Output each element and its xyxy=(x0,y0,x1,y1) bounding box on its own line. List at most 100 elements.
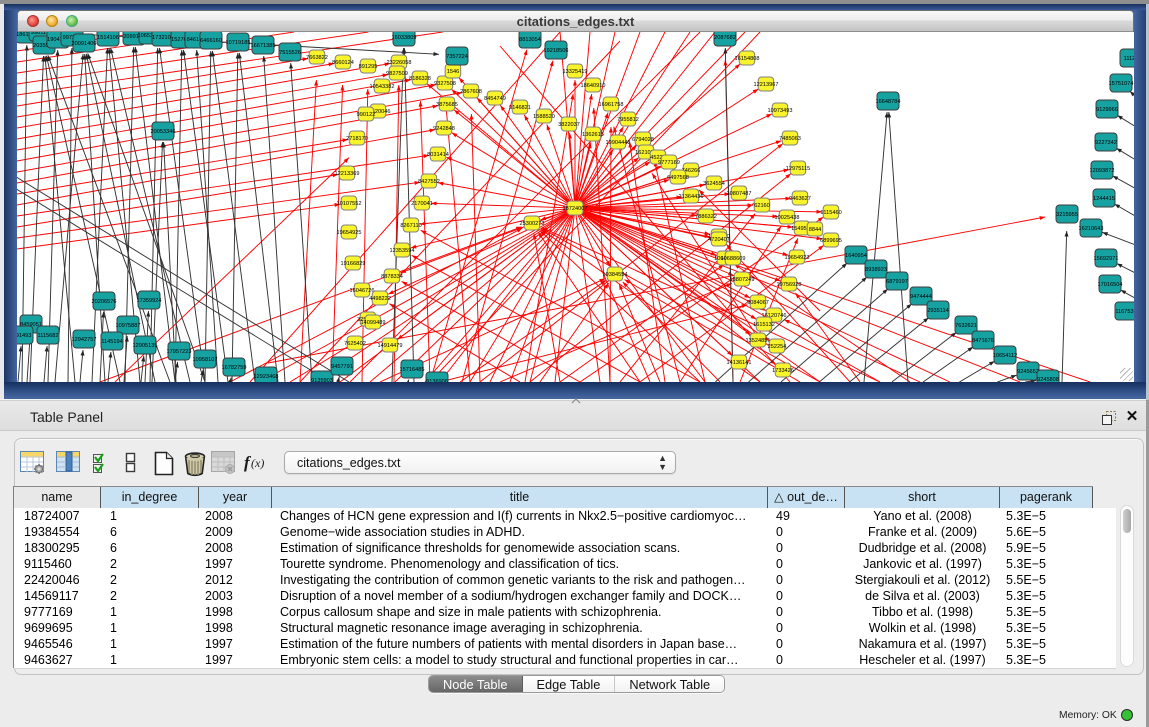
svg-text:1615132: 1615132 xyxy=(753,322,775,328)
svg-text:4498222: 4498222 xyxy=(369,296,391,302)
svg-text:9242848: 9242848 xyxy=(433,126,455,132)
svg-text:3822037: 3822037 xyxy=(558,122,580,128)
svg-text:10654112: 10654112 xyxy=(993,353,1017,359)
svg-text:10807487: 10807487 xyxy=(727,191,752,197)
svg-text:16033809: 16033809 xyxy=(392,35,417,41)
svg-text:2087682: 2087682 xyxy=(714,35,736,41)
svg-text:7955812: 7955812 xyxy=(617,117,639,123)
svg-text:17016504: 17016504 xyxy=(1098,282,1123,288)
svg-text:9245652: 9245652 xyxy=(1017,369,1039,375)
svg-text:19384554: 19384554 xyxy=(603,272,628,278)
svg-text:18640910: 18640910 xyxy=(581,83,606,89)
svg-text:16961758: 16961758 xyxy=(599,102,624,108)
svg-text:12923468: 12923468 xyxy=(254,374,279,380)
svg-text:(x): (x) xyxy=(251,456,264,470)
svg-text:9474444: 9474444 xyxy=(910,294,932,300)
svg-text:16154808: 16154808 xyxy=(735,56,760,62)
svg-text:19654925: 19654925 xyxy=(337,230,362,236)
svg-text:7485063: 7485063 xyxy=(779,136,801,142)
svg-text:20206576: 20206576 xyxy=(92,299,117,305)
svg-text:8427552: 8427552 xyxy=(418,179,440,185)
svg-text:10688609: 10688609 xyxy=(721,256,746,262)
svg-text:6497568: 6497568 xyxy=(667,175,689,181)
svg-text:12213967: 12213967 xyxy=(754,82,779,88)
svg-text:16782759: 16782759 xyxy=(222,365,247,371)
svg-text:12975115: 12975115 xyxy=(786,166,810,172)
svg-text:17957223: 17957223 xyxy=(167,349,192,355)
svg-text:18807249: 18807249 xyxy=(730,277,755,283)
svg-text:9084067: 9084067 xyxy=(747,300,769,306)
svg-text:19904448: 19904448 xyxy=(606,140,631,146)
svg-text:17359924: 17359924 xyxy=(137,298,162,304)
svg-text:9136906: 9136906 xyxy=(426,379,448,382)
svg-text:13325419: 13325419 xyxy=(563,69,588,75)
svg-text:1514106: 1514106 xyxy=(97,35,119,41)
svg-text:8186328: 8186328 xyxy=(409,76,431,82)
svg-text:9146821: 9146821 xyxy=(509,105,531,111)
svg-text:1145194: 1145194 xyxy=(101,339,122,345)
svg-text:8938923: 8938923 xyxy=(865,267,887,273)
svg-text:6879197: 6879197 xyxy=(886,279,908,285)
svg-text:8267110: 8267110 xyxy=(400,223,421,229)
svg-text:15716485: 15716485 xyxy=(400,367,425,373)
svg-text:9115460: 9115460 xyxy=(820,210,841,216)
svg-text:9129966: 9129966 xyxy=(1096,107,1118,113)
svg-text:10543382: 10543382 xyxy=(370,84,395,90)
svg-text:1733426: 1733426 xyxy=(772,368,794,374)
svg-text:25300273: 25300273 xyxy=(520,221,545,227)
svg-text:891295: 891295 xyxy=(359,64,378,70)
svg-text:15692971: 15692971 xyxy=(1094,256,1119,262)
svg-text:14099489: 14099489 xyxy=(361,320,386,326)
svg-text:9135903: 9135903 xyxy=(311,378,333,382)
svg-text:7357224: 7357224 xyxy=(446,54,468,60)
svg-text:6794028: 6794028 xyxy=(632,137,654,143)
svg-text:19756928: 19756928 xyxy=(777,282,802,288)
svg-text:1546: 1546 xyxy=(447,69,459,75)
svg-text:1167533: 1167533 xyxy=(1115,309,1134,315)
svg-text:16671385: 16671385 xyxy=(251,43,276,49)
svg-text:990122: 990122 xyxy=(357,112,376,118)
svg-text:8471676: 8471676 xyxy=(972,338,994,344)
svg-text:8844: 8844 xyxy=(809,227,821,233)
svg-text:9777169: 9777169 xyxy=(658,160,680,166)
svg-text:7886322: 7886322 xyxy=(695,214,717,220)
svg-text:19218506: 19218506 xyxy=(544,48,569,54)
svg-text:20053346: 20053346 xyxy=(151,129,176,135)
svg-text:1588520: 1588520 xyxy=(533,114,555,120)
svg-text:14136141: 14136141 xyxy=(727,360,752,366)
svg-text:18724007: 18724007 xyxy=(563,206,588,212)
svg-text:7515526: 7515526 xyxy=(279,50,301,56)
svg-text:12942757: 12942757 xyxy=(72,337,97,343)
svg-text:1115682: 1115682 xyxy=(38,333,59,339)
svg-text:9457791: 9457791 xyxy=(331,364,353,370)
svg-text:2935114: 2935114 xyxy=(927,308,948,314)
svg-text:14914479: 14914479 xyxy=(378,343,403,349)
svg-text:252254: 252254 xyxy=(768,344,787,350)
svg-text:1244415: 1244415 xyxy=(1093,196,1115,202)
svg-text:8031414: 8031414 xyxy=(427,152,449,158)
svg-text:12905135: 12905135 xyxy=(133,343,158,349)
svg-text:6466160: 6466160 xyxy=(200,38,222,44)
svg-text:7663822: 7663822 xyxy=(306,55,328,61)
svg-text:10958107: 10958107 xyxy=(193,357,218,363)
svg-text:8660124: 8660124 xyxy=(332,60,354,66)
svg-text:12353594: 12353594 xyxy=(390,248,415,254)
svg-text:10719185: 10719185 xyxy=(226,40,251,46)
svg-text:9245808: 9245808 xyxy=(1037,377,1059,382)
svg-text:11121: 11121 xyxy=(1124,56,1134,62)
svg-text:10973493: 10973493 xyxy=(768,108,793,114)
svg-text:16210643: 16210643 xyxy=(1079,226,1104,232)
svg-text:62160: 62160 xyxy=(754,203,770,209)
svg-text:15751074: 15751074 xyxy=(1109,81,1134,87)
svg-text:12213369: 12213369 xyxy=(335,171,360,177)
svg-text:2867608: 2867608 xyxy=(460,89,482,95)
svg-text:9827509: 9827509 xyxy=(386,71,408,77)
svg-text:9227342: 9227342 xyxy=(1095,140,1117,146)
svg-text:9327508: 9327508 xyxy=(434,81,456,87)
svg-text:19166829: 19166829 xyxy=(341,261,366,267)
svg-text:16046726: 16046726 xyxy=(350,288,375,294)
svg-text:3875685: 3875685 xyxy=(436,102,458,108)
svg-text:10975887: 10975887 xyxy=(116,323,141,329)
svg-text:23226058: 23226058 xyxy=(387,60,412,66)
svg-text:3624554: 3624554 xyxy=(703,181,725,187)
